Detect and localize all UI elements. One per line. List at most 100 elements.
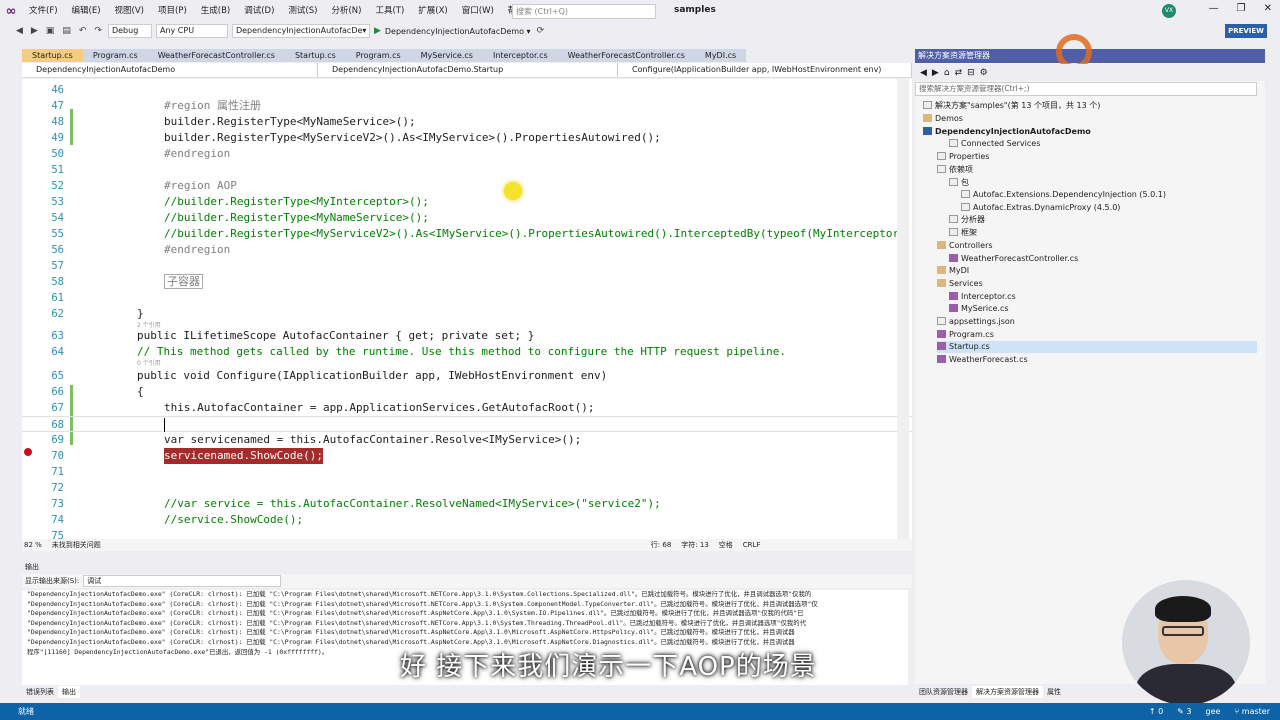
toolbar: ◀ ▶ ▣ ▤ ↶ ↷ Debug Any CPU DependencyInje… <box>0 22 915 40</box>
forward-icon[interactable]: ▶ <box>932 68 939 78</box>
tab-mydi[interactable]: MyDI.cs <box>694 49 747 62</box>
eol-indicator[interactable]: CRLF <box>743 541 761 549</box>
code-line: 61 <box>51 292 64 304</box>
output-toolbar: 显示输出来源(S): 调试 <box>22 574 912 588</box>
status-bar: 就绪 ↑ 0 ✎ 3 gee ⑂ master <box>0 703 1280 720</box>
solution-tree: 解决方案"samples"(第 13 个项目，共 13 个) Demos Dep… <box>915 98 1260 398</box>
warning-count[interactable]: ✎ 3 <box>1177 703 1191 720</box>
code-line: 75 <box>51 530 64 539</box>
presenter-webcam <box>1122 580 1250 705</box>
editor-scrollbar[interactable] <box>897 79 909 539</box>
tree-item-connected-services[interactable]: Connected Services <box>949 138 1040 150</box>
tree-item-file[interactable]: WeatherForecast.cs <box>937 354 1028 366</box>
search-input[interactable]: 搜索 (Ctrl+Q) <box>512 4 656 19</box>
menu-file[interactable]: 文件(F) <box>22 0 65 22</box>
issues-indicator[interactable]: 未找到相关问题 <box>52 540 101 550</box>
tab-myservice[interactable]: MyService.cs <box>410 49 483 62</box>
tab-startup-active[interactable]: Startup.cs <box>22 49 83 62</box>
minimize-icon[interactable]: — <box>1209 3 1219 14</box>
config-select[interactable]: Debug <box>107 24 152 38</box>
home-icon[interactable]: ⌂ <box>944 68 950 78</box>
tree-item-frameworks[interactable]: 框架 <box>949 227 977 239</box>
output-source-select[interactable]: 调试 <box>83 575 282 587</box>
nav-member-dropdown[interactable]: Configure(IApplicationBuilder app, IWebH… <box>618 63 912 77</box>
window-controls: — ❐ ✕ <box>1209 3 1272 14</box>
current-line: 68 <box>22 416 912 432</box>
tree-item-dependencies[interactable]: 依赖项 <box>937 164 973 176</box>
refresh-icon[interactable]: ⟳ <box>535 26 547 36</box>
tree-item-file[interactable]: WeatherForecastController.cs <box>949 253 1078 265</box>
reference-count[interactable]: 0 个引用 <box>137 358 161 367</box>
code-line: 54//builder.RegisterType<MyNameService>(… <box>51 211 429 224</box>
tree-item-mydi[interactable]: MyDI <box>937 265 969 277</box>
platform-select[interactable]: Any CPU <box>155 24 228 38</box>
tree-item-packages[interactable]: 包 <box>949 177 969 189</box>
tree-item-file[interactable]: Interceptor.cs <box>949 291 1016 303</box>
tree-item-demos[interactable]: Demos <box>923 113 963 125</box>
tree-item-package[interactable]: Autofac.Extensions.DependencyInjection (… <box>961 189 1166 201</box>
code-line: 53//builder.RegisterType<MyInterceptor>(… <box>51 195 429 208</box>
tab-output[interactable]: 输出 <box>58 686 80 698</box>
zoom-level[interactable]: 82 % <box>24 541 42 549</box>
tree-item-properties[interactable]: Properties <box>937 151 989 163</box>
git-user[interactable]: gee <box>1206 703 1221 720</box>
menu-build[interactable]: 生成(B) <box>194 0 237 22</box>
preview-badge[interactable]: PREVIEW <box>1225 24 1267 38</box>
tab-interceptor[interactable]: Interceptor.cs <box>482 49 558 62</box>
tab-weatherforecastcontroller-2[interactable]: WeatherForecastController.cs <box>557 49 695 62</box>
startup-project-select[interactable]: DependencyInjectionAutofacDe▾ <box>231 24 370 38</box>
menu-test[interactable]: 测试(S) <box>281 0 324 22</box>
tree-item-package[interactable]: Autofac.Extras.DynamicProxy (4.5.0) <box>961 202 1120 214</box>
menu-extensions[interactable]: 扩展(X) <box>411 0 454 22</box>
menu-project[interactable]: 项目(P) <box>151 0 194 22</box>
sync-icon[interactable]: ⇄ <box>955 68 963 78</box>
tab-startup[interactable]: Startup.cs <box>284 49 346 62</box>
menu-window[interactable]: 窗口(W) <box>455 0 501 22</box>
git-branch[interactable]: ⑂ master <box>1234 703 1270 720</box>
run-icon[interactable]: ▶ <box>374 26 381 36</box>
back-icon[interactable]: ◀ <box>920 68 927 78</box>
tab-error-list[interactable]: 错误列表 <box>22 686 58 698</box>
forward-icon[interactable]: ▶ <box>29 26 40 36</box>
menu-edit[interactable]: 编辑(E) <box>65 0 108 22</box>
menu-analyze[interactable]: 分析(N) <box>324 0 368 22</box>
redo-icon[interactable]: ↷ <box>92 26 104 36</box>
error-count[interactable]: ↑ 0 <box>1149 703 1163 720</box>
close-icon[interactable]: ✕ <box>1264 3 1272 14</box>
tree-item-controllers[interactable]: Controllers <box>937 240 993 252</box>
back-icon[interactable]: ◀ <box>14 26 25 36</box>
code-editor[interactable]: 46 47 #region 属性注册 48 builder.RegisterType… <box>22 79 912 539</box>
tab-solution-explorer[interactable]: 解决方案资源管理器 <box>972 686 1043 698</box>
menu-debug[interactable]: 调试(D) <box>237 0 281 22</box>
tree-item-file-selected[interactable]: Startup.cs <box>937 341 1257 353</box>
tab-team-explorer[interactable]: 团队资源管理器 <box>915 686 972 698</box>
nav-class-dropdown[interactable]: DependencyInjectionAutofacDemo.Startup <box>318 63 618 77</box>
solution-search-input[interactable]: 搜索解决方案资源管理器(Ctrl+;) <box>915 82 1257 96</box>
menu-tools[interactable]: 工具(T) <box>368 0 411 22</box>
bottom-panel-tabs: 错误列表 输出 <box>22 686 80 698</box>
tree-item-file[interactable]: appsettings.json <box>937 316 1015 328</box>
collapse-icon[interactable]: ⊟ <box>967 68 975 78</box>
code-line: 67 this.AutofacContainer = app.Applicatio… <box>51 401 595 414</box>
whitespace-indicator[interactable]: 空格 <box>719 540 733 550</box>
save-icon[interactable]: ▤ <box>60 26 73 36</box>
avatar[interactable]: VX <box>1162 4 1176 18</box>
tree-item-file[interactable]: Program.cs <box>937 329 994 341</box>
properties-icon[interactable]: ⚙ <box>980 68 988 78</box>
collapsed-region[interactable]: 子容器 <box>164 274 203 289</box>
tree-item-project[interactable]: DependencyInjectionAutofacDemo <box>923 126 1091 138</box>
tree-item-file[interactable]: MySerice.cs <box>949 303 1009 315</box>
tree-item-analyzers[interactable]: 分析器 <box>949 214 985 226</box>
tree-item-services[interactable]: Services <box>937 278 983 290</box>
tree-item-solution[interactable]: 解决方案"samples"(第 13 个项目，共 13 个) <box>923 100 1100 112</box>
tab-program-2[interactable]: Program.cs <box>345 49 411 62</box>
run-button[interactable]: DependencyInjectionAutofacDemo ▾ <box>385 27 531 36</box>
nav-project-dropdown[interactable]: DependencyInjectionAutofacDemo <box>22 63 318 77</box>
tab-properties[interactable]: 属性 <box>1043 686 1065 698</box>
menu-view[interactable]: 视图(V) <box>108 0 151 22</box>
tab-weatherforecastcontroller[interactable]: WeatherForecastController.cs <box>147 49 285 62</box>
tab-program[interactable]: Program.cs <box>82 49 148 62</box>
maximize-icon[interactable]: ❐ <box>1237 3 1246 14</box>
undo-icon[interactable]: ↶ <box>77 26 89 36</box>
new-file-icon[interactable]: ▣ <box>44 26 57 36</box>
